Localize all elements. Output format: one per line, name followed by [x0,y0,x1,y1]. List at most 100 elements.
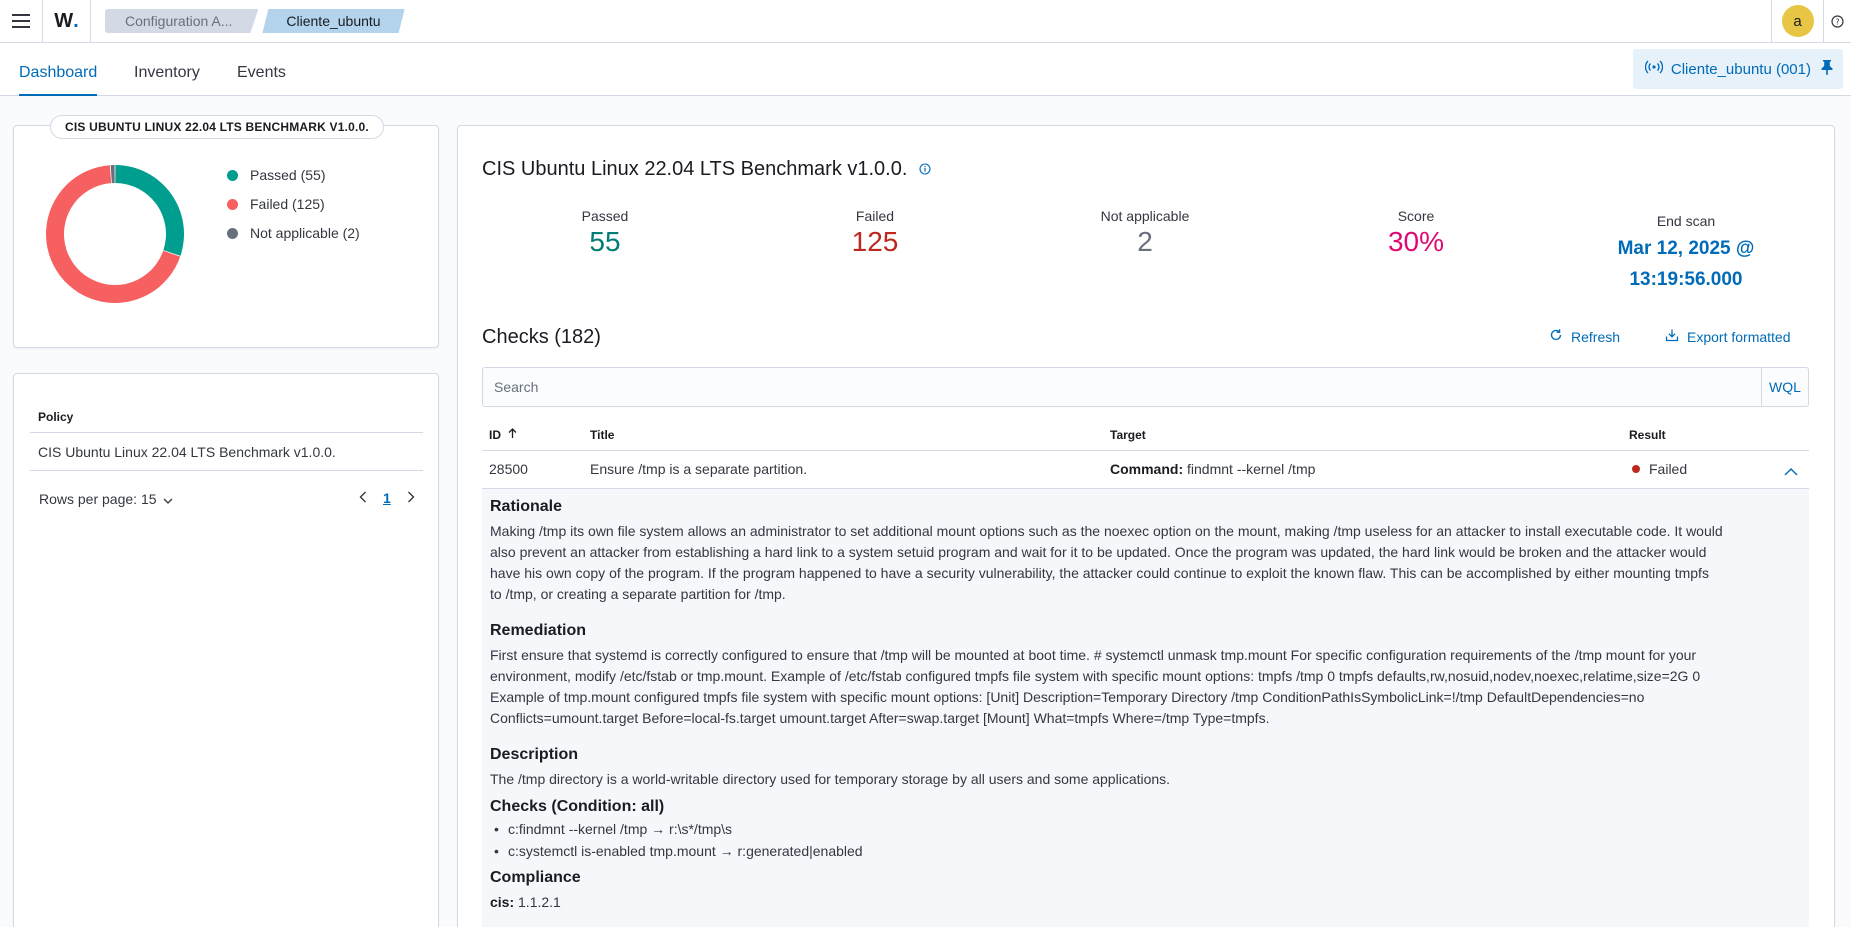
remediation-line: Example of tmp.mount configured tmpfs fi… [490,689,1645,705]
check-rule-item: c:systemctl is-enabled tmp.mount → r:gen… [494,843,863,859]
donut-slice-passed[interactable] [115,165,184,256]
rows-per-page-selector[interactable]: Rows per page: 15 [39,491,173,507]
collapse-row-icon[interactable] [1784,463,1798,479]
wql-toggle-button[interactable]: WQL [1761,368,1808,406]
user-avatar[interactable]: a [1781,5,1814,37]
summary-card-title: CIS UBUNTU LINUX 22.04 LTS BENCHMARK V1.… [50,115,384,139]
stat-score: Score 30% [1326,208,1506,258]
stat-score-label: Score [1397,208,1435,224]
tab-events[interactable]: Events [237,43,286,96]
cell-result-label: Failed [1649,461,1688,477]
donut-slice-not-applicable[interactable] [110,165,115,184]
rows-per-page-label: Rows per page: 15 [39,491,157,507]
stat-failed-label: Failed [855,208,895,224]
stat-passed-label: Passed [581,208,629,224]
info-icon[interactable] [919,158,931,181]
stat-end-scan-label: End scan [1656,213,1716,229]
policy-column-header[interactable]: Policy [30,408,423,433]
stat-failed: Failed 125 [785,208,965,258]
summary-card: CIS UBUNTU LINUX 22.04 LTS BENCHMARK V1.… [13,115,439,348]
stat-not-applicable-label: Not applicable [1100,208,1190,224]
pin-icon[interactable] [1821,59,1833,79]
stat-end-scan-date: Mar 12, 2025 @ [1617,238,1755,259]
stat-passed-value: 55 [589,226,621,257]
checks-title: Checks (182) [482,326,601,348]
refresh-label: Refresh [1571,328,1621,345]
cell-title: Ensure /tmp is a separate partition. [590,461,808,477]
wazuh-logo[interactable]: W. [43,0,91,43]
policy-table-card: Policy CIS Ubuntu Linux 22.04 LTS Benchm… [13,373,439,927]
rationale-heading: Rationale [490,498,563,515]
remediation-line: environment, modify /etc/fstab or tmp.mo… [490,668,1701,684]
export-formatted-button[interactable]: Export formatted [1665,328,1791,345]
legend-dot-passed [227,169,238,181]
check-rule-item: c:findmnt --kernel /tmp → r:\s*/tmp\s [494,821,732,837]
top-header: W. Configuration A... Cliente_ubuntu a ? [0,0,1851,43]
sort-ascending-icon [508,428,517,442]
download-icon [1665,328,1679,345]
help-icon[interactable]: ? [1823,0,1851,43]
remediation-line: First ensure that systemd is correctly c… [490,647,1697,663]
legend-dot-failed [227,198,238,210]
breadcrumb: Configuration A... Cliente_ubuntu [105,9,405,33]
legend-failed[interactable]: Failed (125) [227,196,325,212]
cell-target-key: Command: [1110,461,1184,477]
description-heading: Description [490,746,579,763]
tab-dashboard[interactable]: Dashboard [19,43,98,96]
menu-icon[interactable] [0,0,43,43]
search-input[interactable] [483,368,1761,406]
previous-page-icon[interactable] [359,490,367,506]
legend-label-passed: Passed (55) [250,167,326,183]
cell-id: 28500 [489,461,528,477]
rationale-line: also prevent an attacker from establishi… [490,544,1707,560]
column-header-target[interactable]: Target [1110,428,1146,442]
tab-inventory[interactable]: Inventory [134,43,200,96]
rationale-text: Making /tmp its own file system allows a… [490,521,1790,605]
next-page-icon[interactable] [407,490,415,506]
column-header-id[interactable]: ID [489,428,517,442]
column-header-id-label: ID [489,428,501,442]
svg-text:?: ? [1835,17,1839,26]
failed-status-dot [1632,465,1640,473]
remediation-heading: Remediation [490,622,587,639]
rationale-line: to /tmp, or creating a separate partitio… [490,586,786,602]
description-text: The /tmp directory is a world-writable d… [490,771,1171,787]
legend-label-not-applicable: Not applicable (2) [250,225,360,241]
stat-failed-value: 125 [851,226,899,257]
stat-not-applicable-value: 2 [1137,226,1153,257]
rationale-line: Making /tmp its own file system allows a… [490,523,1723,539]
search-bar: WQL [482,367,1809,407]
cell-target-value: findmnt --kernel /tmp [1183,461,1316,477]
breadcrumb-configuration-assessment[interactable]: Configuration A... [105,9,258,33]
page-1-button[interactable]: 1 [383,490,391,506]
chevron-down-icon [163,491,173,507]
agent-signal-icon [1644,59,1664,79]
compliance-value: 1.1.2.1 [514,894,561,910]
legend-passed[interactable]: Passed (55) [227,167,325,183]
legend-not-applicable[interactable]: Not applicable (2) [227,225,360,241]
policy-title: CIS Ubuntu Linux 22.04 LTS Benchmark v1.… [482,158,931,181]
breadcrumb-agent[interactable]: Cliente_ubuntu [262,9,404,33]
refresh-button[interactable]: Refresh [1549,328,1620,345]
stat-passed: Passed 55 [515,208,695,258]
refresh-icon [1549,328,1563,345]
stat-end-scan-time: 13:19:56.000 [1629,269,1743,290]
compliance-heading: Compliance [490,869,581,886]
rationale-line: have his own copy of the program. If the… [490,565,1709,581]
compliance-key: cis: [490,894,515,910]
donut-chart [46,165,184,303]
policy-row[interactable]: CIS Ubuntu Linux 22.04 LTS Benchmark v1.… [30,433,423,471]
column-header-result[interactable]: Result [1629,428,1666,442]
agent-label: Cliente_ubuntu (001) [1670,60,1811,78]
cell-result: Failed [1632,461,1687,477]
policy-detail-panel: CIS Ubuntu Linux 22.04 LTS Benchmark v1.… [457,125,1835,927]
module-tabs: Dashboard Inventory Events Cliente_ubunt… [0,43,1851,96]
remediation-line: Conflicts=umount.target Before=local-fs.… [490,710,1270,726]
agent-selector-button[interactable]: Cliente_ubuntu (001) [1632,49,1843,89]
stat-not-applicable: Not applicable 2 [1055,208,1235,258]
remediation-text: First ensure that systemd is correctly c… [490,645,1790,729]
header-divider [482,450,1809,451]
column-header-title[interactable]: Title [590,428,614,442]
compliance-entry: cis: 1.1.2.1 [490,892,1790,913]
checks-condition-heading: Checks (Condition: all) [490,798,665,815]
